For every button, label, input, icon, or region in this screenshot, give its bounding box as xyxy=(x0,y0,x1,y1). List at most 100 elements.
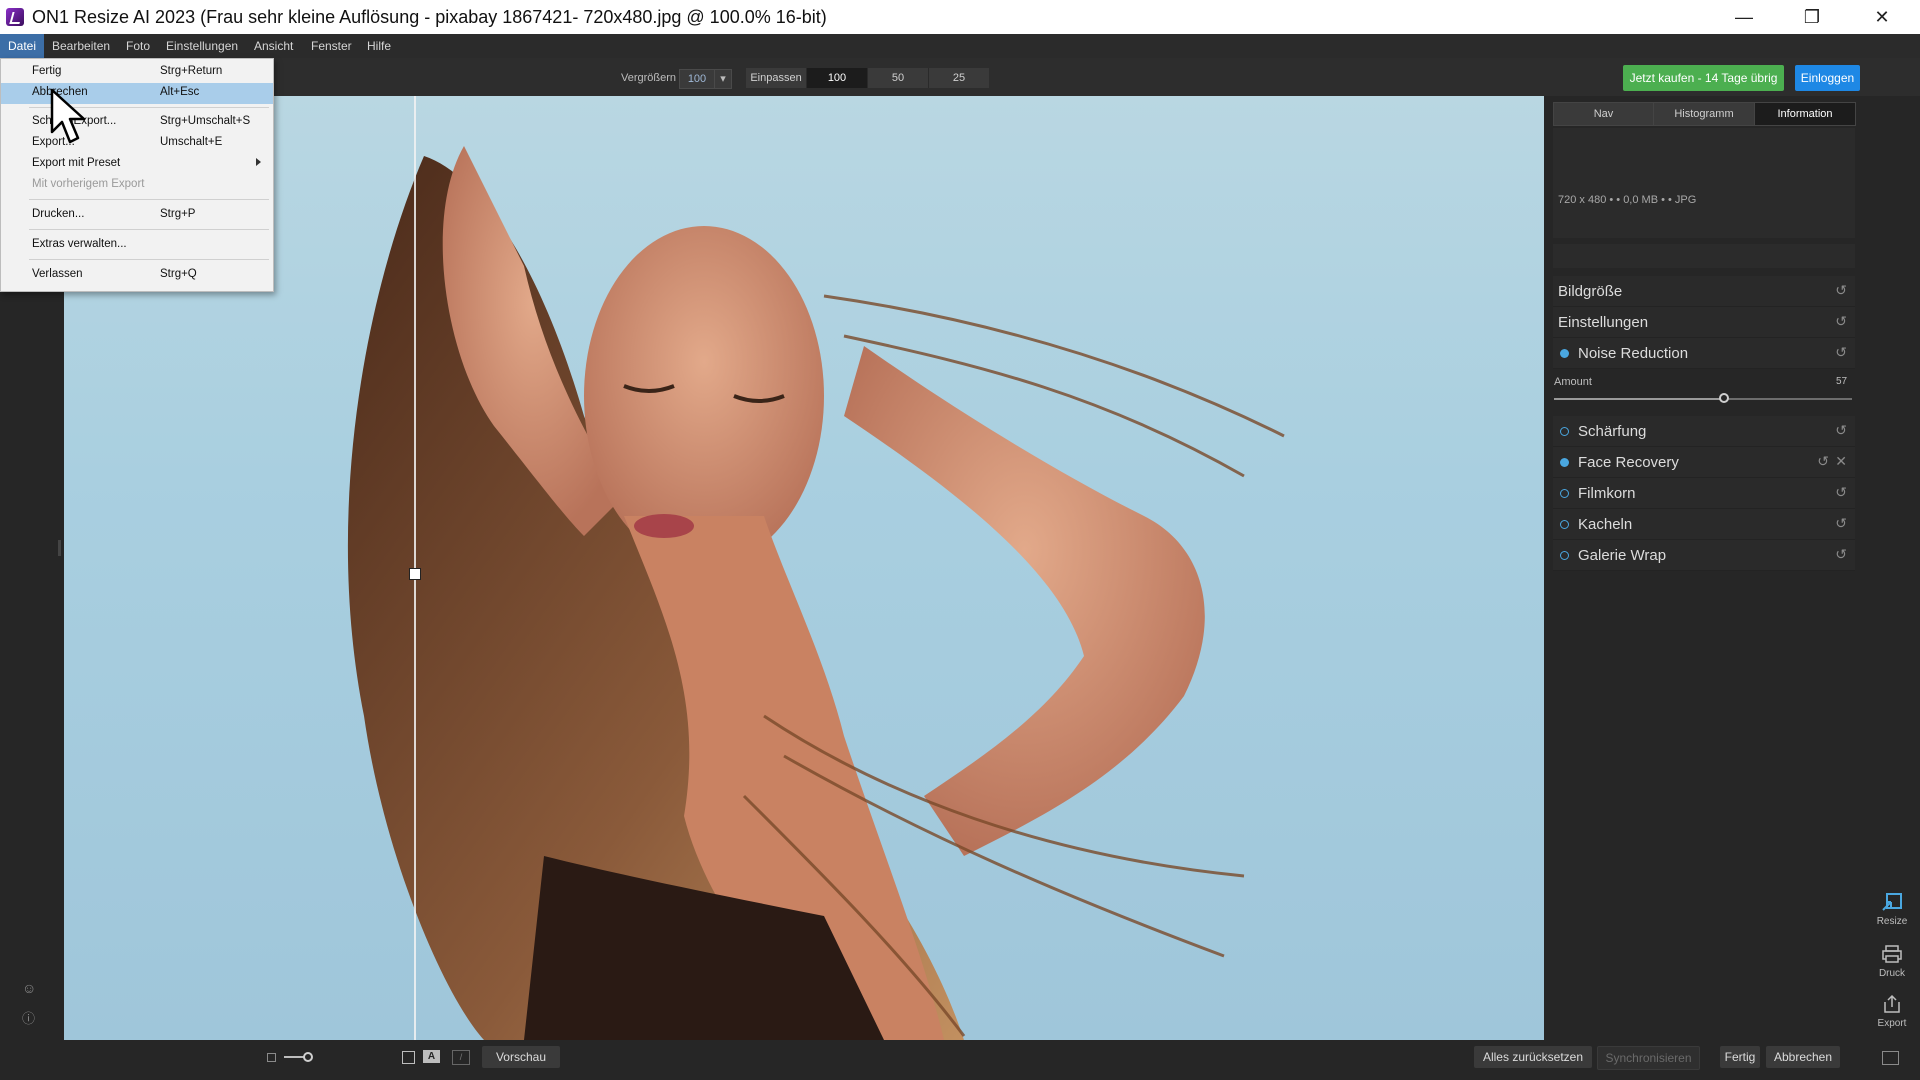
reset-icon[interactable]: ↺ xyxy=(1835,515,1847,532)
amount-slider-fill xyxy=(1554,398,1724,400)
reset-icon[interactable]: ↺ xyxy=(1835,422,1847,439)
menu-hilfe[interactable]: Hilfe xyxy=(359,34,399,58)
section-label: Face Recovery xyxy=(1578,454,1679,471)
minimize-icon[interactable]: — xyxy=(1716,0,1772,34)
menu-separator xyxy=(29,259,269,260)
menu-ansicht[interactable]: Ansicht xyxy=(246,34,301,58)
fit-button[interactable]: Einpassen xyxy=(746,68,807,88)
menu-item-extras-verwalten[interactable]: Extras verwalten... xyxy=(1,235,273,256)
menu-datei[interactable]: Datei xyxy=(0,34,45,58)
section-einstellungen[interactable]: Einstellungen ↺ xyxy=(1553,307,1855,338)
section-label: Schärfung xyxy=(1578,423,1647,440)
reset-icon[interactable]: ↺ xyxy=(1835,313,1847,330)
zoom-100-button[interactable]: 100 xyxy=(807,68,868,88)
sidebar-collapse-handle[interactable] xyxy=(58,540,61,556)
enable-toggle[interactable] xyxy=(1560,489,1569,498)
module-label: Druck xyxy=(1878,968,1906,979)
section-noise-reduction[interactable]: Noise Reduction ↺ xyxy=(1553,338,1855,369)
module-export[interactable]: Export xyxy=(1866,994,1918,1029)
zoom-input[interactable]: 100 xyxy=(679,69,715,89)
menu-item-verlassen[interactable]: Verlassen Strg+Q xyxy=(1,265,273,286)
amount-slider-handle[interactable] xyxy=(1718,393,1729,403)
menu-item-export-mit-preset[interactable]: Export mit Preset xyxy=(1,154,273,175)
tab-histogramm[interactable]: Histogramm xyxy=(1653,102,1755,126)
menu-separator xyxy=(29,199,269,200)
menu-einstellungen[interactable]: Einstellungen xyxy=(158,34,246,58)
zoom-50-button[interactable]: 50 xyxy=(868,68,929,88)
menu-item-export[interactable]: Export... Umschalt+E xyxy=(1,133,273,154)
single-view-icon[interactable] xyxy=(402,1051,415,1064)
tab-information[interactable]: Information xyxy=(1754,102,1856,126)
file-menu-dropdown: Fertig Strg+Return Abbrechen Alt+Esc Sch… xyxy=(0,58,274,292)
reset-icon[interactable]: ↺ xyxy=(1835,344,1847,361)
reset-icon[interactable]: ↺ xyxy=(1817,453,1829,470)
sync-button[interactable]: Synchronisieren xyxy=(1597,1046,1700,1070)
login-button[interactable]: Einloggen xyxy=(1795,65,1860,91)
zoom-label: Vergrößern xyxy=(621,72,677,84)
menu-item-fertig[interactable]: Fertig Strg+Return xyxy=(1,62,273,83)
compare-view-icon[interactable]: A xyxy=(423,1050,440,1063)
section-kacheln[interactable]: Kacheln ↺ xyxy=(1553,509,1855,540)
thumb-size-slider-handle[interactable] xyxy=(303,1052,313,1062)
menu-item-drucken[interactable]: Drucken... Strg+P xyxy=(1,205,273,226)
amount-value[interactable]: 57 xyxy=(1836,376,1847,387)
enable-toggle[interactable] xyxy=(1560,520,1569,529)
help-icon[interactable]: ⓘ xyxy=(22,1008,40,1026)
submenu-arrow-icon xyxy=(256,158,261,166)
enable-toggle[interactable] xyxy=(1560,349,1569,358)
close-icon[interactable]: ✕ xyxy=(1854,0,1910,34)
small-preview-icon[interactable] xyxy=(267,1053,276,1062)
menu-item-abbrechen[interactable]: Abbrechen Alt+Esc xyxy=(1,83,273,104)
section-label: Noise Reduction xyxy=(1578,345,1689,362)
reset-icon[interactable]: ↺ xyxy=(1835,546,1847,563)
image-info: 720 x 480 • • 0,0 MB • • JPG xyxy=(1558,194,1697,206)
buy-now-button[interactable]: Jetzt kaufen - 14 Tage übrig xyxy=(1623,65,1784,91)
section-schaerfung[interactable]: Schärfung ↺ xyxy=(1553,416,1855,447)
enable-toggle[interactable] xyxy=(1560,551,1569,560)
menu-separator xyxy=(29,229,269,230)
reset-all-button[interactable]: Alles zurücksetzen xyxy=(1474,1046,1592,1068)
section-label: Filmkorn xyxy=(1578,485,1636,502)
title-bar: ON1 Resize AI 2023 (Frau sehr kleine Auf… xyxy=(0,0,1920,34)
section-label: Kacheln xyxy=(1578,516,1633,533)
enable-toggle[interactable] xyxy=(1560,458,1569,467)
resize-icon xyxy=(1882,893,1902,911)
image-canvas[interactable] xyxy=(64,96,1544,1040)
module-druck[interactable]: Druck xyxy=(1866,944,1918,979)
cancel-button[interactable]: Abbrechen xyxy=(1766,1046,1840,1068)
menu-foto[interactable]: Foto xyxy=(118,34,158,58)
compare-split-handle[interactable] xyxy=(409,568,421,580)
window-title: ON1 Resize AI 2023 (Frau sehr kleine Auf… xyxy=(32,7,827,27)
restore-icon[interactable]: ❐ xyxy=(1784,0,1840,34)
menu-bearbeiten[interactable]: Bearbeiten xyxy=(44,34,118,58)
menu-fenster[interactable]: Fenster xyxy=(303,34,360,58)
enable-toggle[interactable] xyxy=(1560,427,1569,436)
reset-icon[interactable]: ↺ xyxy=(1835,282,1847,299)
export-icon xyxy=(1884,994,1900,1013)
split-view-icon[interactable]: / xyxy=(452,1050,470,1065)
print-icon xyxy=(1882,945,1902,963)
section-label: Galerie Wrap xyxy=(1578,547,1667,564)
section-filmkorn[interactable]: Filmkorn ↺ xyxy=(1553,478,1855,509)
section-label: Bildgröße xyxy=(1558,283,1623,300)
info-strip xyxy=(1553,244,1855,268)
menu-item-schnell-export[interactable]: Schnell-Export... Strg+Umschalt+S xyxy=(1,112,273,133)
section-face-recovery[interactable]: Face Recovery ↺ ✕ xyxy=(1553,447,1855,478)
preview-button[interactable]: Vorschau xyxy=(482,1046,560,1068)
user-icon[interactable]: ☺ xyxy=(22,980,40,998)
module-label: Resize xyxy=(1876,916,1908,927)
section-galerie-wrap[interactable]: Galerie Wrap ↺ xyxy=(1553,540,1855,571)
menu-bar: Datei Bearbeiten Foto Einstellungen Ansi… xyxy=(0,34,1920,58)
photo-preview xyxy=(347,146,1285,1040)
zoom-25-button[interactable]: 25 xyxy=(929,68,989,88)
close-icon[interactable]: ✕ xyxy=(1835,453,1847,470)
reset-icon[interactable]: ↺ xyxy=(1835,484,1847,501)
app-logo-icon xyxy=(6,8,24,26)
tab-nav[interactable]: Nav xyxy=(1553,102,1654,126)
chevron-down-icon[interactable]: ▾ xyxy=(714,69,732,89)
thumb-size-slider-track[interactable] xyxy=(284,1056,304,1058)
section-bildgroesse[interactable]: Bildgröße ↺ xyxy=(1553,276,1855,307)
module-resize[interactable]: Resize xyxy=(1866,892,1918,927)
panel-toggle-icon[interactable] xyxy=(1882,1051,1899,1065)
done-button[interactable]: Fertig xyxy=(1720,1046,1760,1068)
